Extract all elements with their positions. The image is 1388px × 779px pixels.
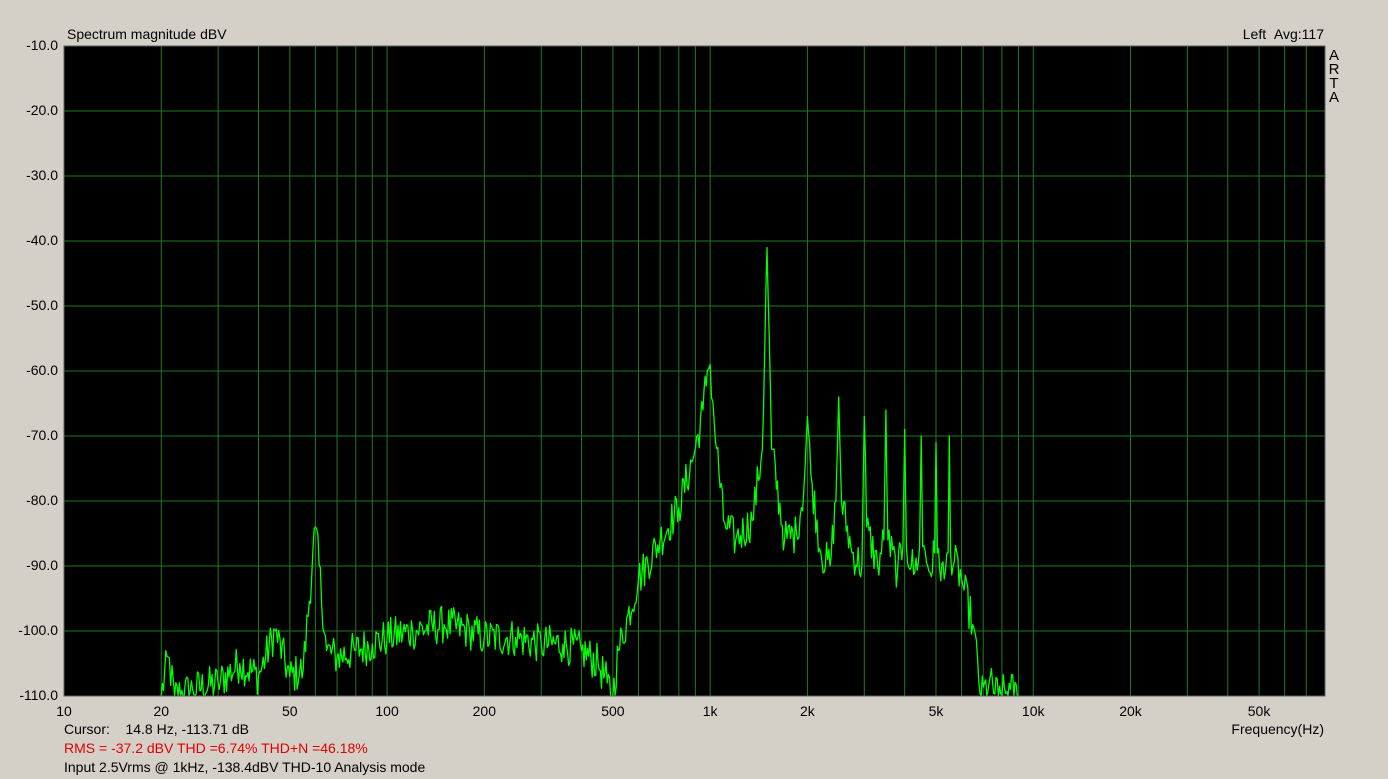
y-tick-label: -40.0 bbox=[26, 232, 58, 248]
y-tick-label: -110.0 bbox=[19, 687, 58, 703]
cursor-readout: Cursor: 14.8 Hz, -113.71 dB bbox=[64, 721, 249, 737]
cursor-label: Cursor: bbox=[64, 721, 110, 737]
x-tick-label: 50k bbox=[1247, 703, 1271, 719]
chart-title: Spectrum magnitude dBV bbox=[67, 26, 227, 42]
x-tick-label: 2k bbox=[800, 703, 815, 719]
x-tick-label: 10 bbox=[56, 703, 72, 719]
x-tick-label: 20 bbox=[153, 703, 170, 719]
cursor-value: 14.8 Hz, -113.71 dB bbox=[125, 721, 249, 737]
average-count: Avg:117 bbox=[1273, 26, 1324, 42]
x-axis-label: Frequency(Hz) bbox=[1231, 721, 1324, 737]
x-tick-label: 100 bbox=[375, 703, 399, 719]
x-tick-label: 200 bbox=[472, 703, 497, 719]
spectrum-chart bbox=[63, 45, 1326, 697]
y-tick-label: -10.0 bbox=[26, 37, 58, 53]
channel-name: Left bbox=[1242, 26, 1267, 42]
x-tick-label: 50 bbox=[282, 703, 298, 719]
y-tick-label: -90.0 bbox=[26, 557, 58, 573]
x-tick-label: 20k bbox=[1119, 703, 1142, 719]
y-tick-label: -100.0 bbox=[18, 622, 58, 638]
y-tick-label: -70.0 bbox=[26, 427, 58, 443]
channel-label: Left Avg:117 bbox=[1243, 26, 1324, 42]
y-tick-label: -80.0 bbox=[26, 492, 58, 508]
arta-logo: ARTA bbox=[1327, 48, 1341, 106]
x-tick-label: 10k bbox=[1021, 703, 1045, 719]
measurement-note: Input 2.5Vrms @ 1kHz, -138.4dBV THD-10 A… bbox=[64, 759, 426, 775]
y-tick-label: -60.0 bbox=[26, 362, 58, 378]
y-tick-label: -30.0 bbox=[26, 167, 58, 183]
x-tick-label: 5k bbox=[928, 703, 944, 719]
y-tick-label: -50.0 bbox=[26, 297, 58, 313]
stats-readout: RMS = -37.2 dBV THD =6.74% THD+N =46.18% bbox=[64, 740, 368, 756]
x-tick-label: 1k bbox=[702, 703, 718, 719]
x-tick-label: 500 bbox=[601, 703, 625, 719]
logo-letter: A bbox=[1328, 89, 1339, 106]
y-tick-label: -20.0 bbox=[26, 102, 58, 118]
